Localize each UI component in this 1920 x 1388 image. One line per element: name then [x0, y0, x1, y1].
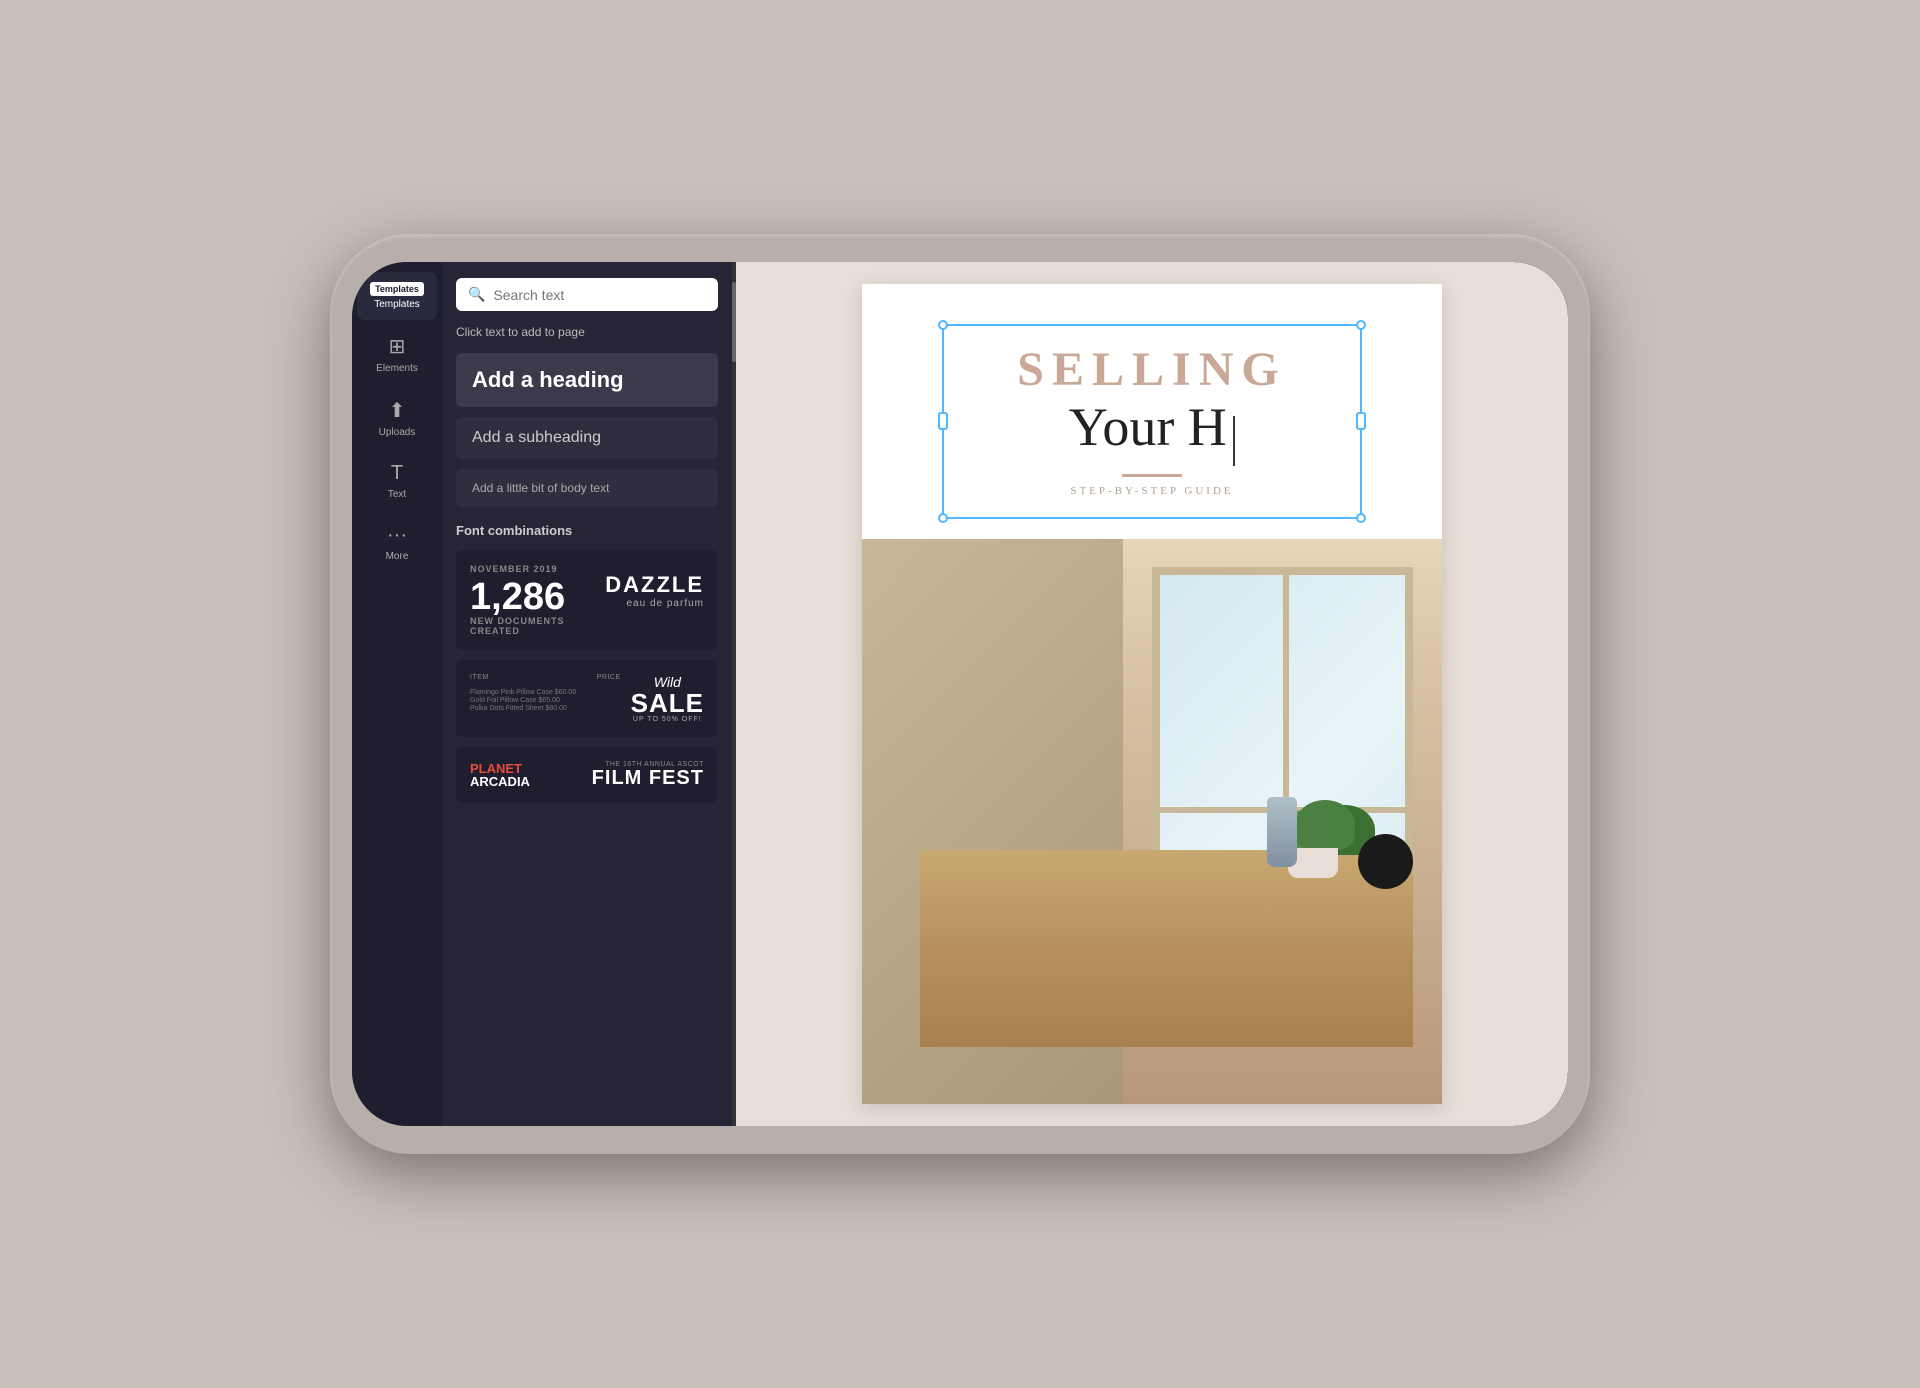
templates-badge: Templates — [370, 282, 424, 296]
sidebar-item-uploads[interactable]: ⬆ Uploads — [357, 388, 437, 448]
handle-middle-left[interactable] — [938, 412, 948, 430]
sale-row-3: Polka Dots Fitted Sheet $80.00 — [470, 705, 621, 712]
handle-bottom-left[interactable] — [938, 513, 948, 523]
sidebar-item-text-label: Text — [388, 489, 406, 500]
nov-sub-label: NEW DOCUMENTS CREATED — [470, 616, 605, 636]
icon-sidebar: Templates Templates ⊞ Elements ⬆ Uploads… — [352, 262, 442, 1126]
sidebar-item-more[interactable]: ··· More — [357, 514, 437, 572]
font-card-logos[interactable]: PLANET ARCADIA THE 16TH ANNUAL ASCOT FIL… — [456, 747, 718, 803]
search-icon: 🔍 — [468, 286, 485, 303]
nov-date-label: NOVEMBER 2019 — [470, 564, 605, 574]
sidebar-item-more-label: More — [386, 551, 409, 562]
sidebar-item-uploads-label: Uploads — [379, 427, 416, 438]
canvas-area: SELLING Your H STEP-BY-STEP GUIDE — [736, 262, 1568, 1126]
handle-bottom-right[interactable] — [1356, 513, 1366, 523]
search-input[interactable] — [493, 287, 706, 303]
sale-price-header: PRICE — [597, 674, 621, 681]
more-icon: ··· — [387, 524, 407, 547]
your-h-text: Your H — [1069, 397, 1227, 457]
body-label: Add a little bit of body text — [472, 481, 609, 495]
jug-item — [1267, 797, 1297, 867]
sidebar-item-templates[interactable]: Templates Templates — [357, 272, 437, 320]
sidebar-item-elements[interactable]: ⊞ Elements — [357, 324, 437, 384]
text-icon: T — [391, 462, 403, 485]
teapot-item — [1358, 834, 1413, 889]
add-heading-button[interactable]: Add a heading — [456, 353, 718, 407]
tablet-device: Templates Templates ⊞ Elements ⬆ Uploads… — [330, 234, 1590, 1154]
dazzle-title: DAZZLE — [605, 572, 704, 598]
kitchen-scene — [862, 539, 1442, 1104]
canvas-page: SELLING Your H STEP-BY-STEP GUIDE — [862, 284, 1442, 1104]
canvas-image-section — [862, 539, 1442, 1104]
scrollbar-thumb — [732, 282, 736, 362]
add-subheading-button[interactable]: Add a subheading — [456, 417, 718, 459]
sale-subtitle: UP TO 50% OFF! — [631, 716, 704, 723]
plant-item — [1295, 800, 1355, 850]
subheading-label: Add a subheading — [472, 429, 601, 446]
divider-line — [1122, 474, 1182, 477]
text-cursor — [1233, 416, 1235, 466]
tablet-screen: Templates Templates ⊞ Elements ⬆ Uploads… — [352, 262, 1568, 1126]
uploads-icon: ⬆ — [389, 398, 406, 423]
elements-icon: ⊞ — [389, 334, 406, 359]
sidebar-item-templates-label: Templates — [374, 299, 420, 310]
sale-row-1: Flamingo Pink Pillow Case $60.00 — [470, 689, 621, 696]
sidebar-item-elements-label: Elements — [376, 363, 418, 374]
kitchen-table — [920, 850, 1413, 1048]
heading-label: Add a heading — [472, 367, 624, 392]
font-combinations-label: Font combinations — [456, 523, 718, 538]
sale-item-header: ITEM — [470, 674, 489, 681]
font-card-november[interactable]: NOVEMBER 2019 1,286 NEW DOCUMENTS CREATE… — [456, 550, 718, 650]
text-panel: 🔍 Click text to add to page Add a headin… — [442, 262, 732, 1126]
planet-line2: ARCADIA — [470, 775, 530, 788]
handle-top-right[interactable] — [1356, 320, 1366, 330]
canvas-top-section: SELLING Your H STEP-BY-STEP GUIDE — [862, 284, 1442, 539]
handle-top-left[interactable] — [938, 320, 948, 330]
add-body-text-button[interactable]: Add a little bit of body text — [456, 469, 718, 507]
font-card-sale[interactable]: ITEM PRICE Flamingo Pink Pillow Case $60… — [456, 660, 718, 737]
nov-number: 1,286 — [470, 578, 605, 616]
dazzle-sub: eau de parfum — [605, 598, 704, 609]
sale-row-2: Gold Foil Pillow Case $65.00 — [470, 697, 621, 704]
selection-box[interactable]: SELLING Your H STEP-BY-STEP GUIDE — [942, 324, 1362, 519]
sidebar-item-text[interactable]: T Text — [357, 452, 437, 510]
selling-text: SELLING — [974, 346, 1330, 394]
click-hint-text: Click text to add to page — [456, 325, 718, 339]
handle-middle-right[interactable] — [1356, 412, 1366, 430]
search-bar[interactable]: 🔍 — [456, 278, 718, 311]
step-guide-text: STEP-BY-STEP GUIDE — [974, 485, 1330, 497]
sale-text: SALE — [631, 690, 704, 716]
film-fest-title: FILM FEST — [592, 767, 704, 789]
panel-scrollbar[interactable] — [732, 262, 736, 1126]
